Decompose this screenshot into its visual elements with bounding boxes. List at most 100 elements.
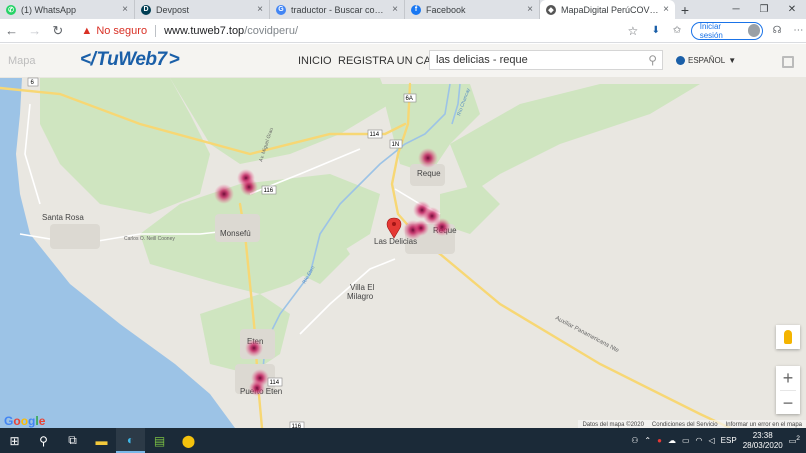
app-icon[interactable]: ⬤ bbox=[174, 428, 203, 453]
street-view-pegman-icon[interactable] bbox=[776, 325, 800, 349]
feedback-icon[interactable]: ☊ bbox=[769, 23, 784, 39]
wifi-icon[interactable]: ◠ bbox=[696, 436, 703, 445]
bookmark-star-icon[interactable]: ☆ bbox=[627, 24, 644, 38]
edge-browser-icon[interactable]: ◐ bbox=[116, 428, 145, 453]
volume-icon[interactable]: ◁ bbox=[709, 436, 715, 445]
hotspot[interactable] bbox=[418, 148, 438, 168]
facebook-icon: f bbox=[411, 4, 421, 15]
windows-taskbar: ⊞ ⚲ ⧉ ▬ ◐ ▤ ⬤ ⚇ ⌃ ● ☁ ▭ ◠ ◁ ESP 23:38 28… bbox=[0, 428, 806, 453]
language-indicator[interactable]: ESP bbox=[721, 436, 737, 445]
attribution-terms[interactable]: Condiciones del Servicio bbox=[652, 422, 718, 428]
hotspot[interactable] bbox=[413, 220, 429, 236]
road-shield-label: 1N bbox=[392, 142, 400, 148]
sign-in-label: Iniciar sesión bbox=[699, 21, 723, 40]
fullscreen-icon[interactable] bbox=[782, 56, 794, 68]
notification-icon[interactable]: ▭2 bbox=[789, 435, 800, 446]
clock[interactable]: 23:38 28/03/2020 bbox=[743, 431, 783, 451]
task-view-icon[interactable]: ⧉ bbox=[58, 428, 87, 453]
tuweb7-icon: ◆ bbox=[546, 4, 556, 15]
language-label: ESPAÑOL bbox=[688, 56, 726, 65]
hotspot[interactable] bbox=[433, 218, 451, 236]
place-label-reque: Reque bbox=[417, 169, 441, 178]
close-icon[interactable]: × bbox=[257, 4, 263, 15]
notepad-plus-icon[interactable]: ▤ bbox=[145, 428, 174, 453]
street-label: Carlos O. Neill Cooney bbox=[124, 236, 175, 242]
road-shield-label: 116 bbox=[264, 188, 274, 194]
zoom-in-button[interactable]: + bbox=[776, 366, 800, 390]
browser-tab-bar: ✆ (1) WhatsApp × D Devpost × G traductor… bbox=[0, 0, 806, 19]
reload-icon[interactable]: ↻ bbox=[46, 19, 69, 43]
window-controls: ─ ❐ ✕ bbox=[722, 0, 806, 19]
tab-devpost[interactable]: D Devpost × bbox=[135, 0, 270, 19]
hotspot[interactable] bbox=[214, 184, 234, 204]
page-content: 6 114 6A 1N 116 114 116 Santa Rosa Monse… bbox=[0, 44, 806, 428]
tab-mapadigital[interactable]: ◆ MapaDigital PerúCOVID19 × bbox=[540, 0, 675, 19]
url-path: /covidperu/ bbox=[244, 24, 298, 37]
people-icon[interactable]: ⚇ bbox=[631, 436, 638, 445]
avatar bbox=[748, 24, 761, 37]
tab-whatsapp[interactable]: ✆ (1) WhatsApp × bbox=[0, 0, 135, 19]
sign-in-button[interactable]: Iniciar sesión bbox=[690, 21, 764, 40]
logo-mark-icon: </ bbox=[80, 49, 96, 70]
clock-time: 23:38 bbox=[752, 430, 773, 440]
antivirus-icon[interactable]: ● bbox=[657, 436, 662, 445]
logo-mark-end-icon: > bbox=[168, 49, 180, 70]
close-icon[interactable]: × bbox=[392, 4, 398, 15]
map-type-tab[interactable]: Mapa bbox=[8, 55, 36, 67]
zoom-out-button[interactable]: − bbox=[776, 391, 800, 415]
tab-title: Devpost bbox=[156, 4, 190, 15]
map-canvas[interactable]: 6 114 6A 1N 116 114 116 Santa Rosa Monse… bbox=[0, 44, 806, 428]
place-label-villa-el: Villa El bbox=[350, 283, 375, 292]
menu-icon[interactable]: ⋯ bbox=[791, 23, 806, 39]
devpost-icon: D bbox=[141, 4, 151, 15]
security-label[interactable]: No seguro bbox=[96, 25, 147, 37]
road-shield-label: 6A bbox=[406, 96, 413, 102]
cloud-icon[interactable]: ☁ bbox=[668, 436, 676, 445]
warning-icon[interactable]: ▲ bbox=[81, 25, 92, 37]
download-extension-icon[interactable]: ⬇ bbox=[648, 23, 663, 39]
close-icon[interactable]: × bbox=[527, 4, 533, 15]
place-label-monsefu: Monsefú bbox=[220, 229, 251, 238]
tab-google-search[interactable]: G traductor - Buscar con Google × bbox=[270, 0, 405, 19]
windows-start-icon[interactable]: ⊞ bbox=[0, 428, 29, 453]
road-shield-label: 114 bbox=[370, 132, 380, 138]
file-explorer-icon[interactable]: ▬ bbox=[87, 428, 116, 453]
notification-count: 2 bbox=[796, 435, 800, 443]
nav-inicio[interactable]: INICIO bbox=[298, 55, 332, 67]
address-bar[interactable]: ▲ No seguro www.tuweb7.top/covidperu/ ☆ bbox=[75, 21, 644, 41]
system-tray: ⚇ ⌃ ● ☁ ▭ ◠ ◁ ESP 23:38 28/03/2020 ▭2 bbox=[631, 428, 806, 453]
site-logo[interactable]: </ TuWeb7 > bbox=[80, 49, 180, 70]
hotspot[interactable] bbox=[240, 178, 258, 196]
close-window-icon[interactable]: ✕ bbox=[778, 0, 806, 19]
tab-title: traductor - Buscar con Google bbox=[291, 4, 388, 15]
tab-facebook[interactable]: f Facebook × bbox=[405, 0, 540, 19]
language-selector[interactable]: ESPAÑOL ▼ bbox=[676, 56, 736, 65]
new-tab-button[interactable]: + bbox=[675, 0, 695, 19]
tab-title: (1) WhatsApp bbox=[21, 4, 77, 15]
search-icon[interactable]: ⚲ bbox=[648, 53, 657, 67]
forward-icon[interactable]: → bbox=[23, 19, 46, 43]
restore-icon[interactable]: ❐ bbox=[750, 0, 778, 19]
close-icon[interactable]: × bbox=[663, 4, 669, 15]
favorites-icon[interactable]: ✩ bbox=[669, 23, 684, 39]
attribution-report[interactable]: Informar un error en el mapa bbox=[726, 422, 802, 428]
globe-icon bbox=[676, 56, 685, 65]
zoom-control: + − bbox=[776, 366, 800, 414]
close-icon[interactable]: × bbox=[122, 4, 128, 15]
attribution-data: Datos del mapa ©2020 bbox=[582, 421, 644, 428]
site-header: Mapa </ TuWeb7 > INICIO REGISTRA UN CASO… bbox=[0, 44, 806, 77]
battery-icon[interactable]: ▭ bbox=[682, 436, 690, 445]
place-label-milagro: Milagro bbox=[347, 292, 374, 301]
chevron-down-icon: ▼ bbox=[728, 56, 737, 65]
search-input[interactable]: las delicias - reque ⚲ bbox=[429, 50, 663, 70]
up-chevron-icon[interactable]: ⌃ bbox=[644, 436, 651, 445]
back-icon[interactable]: ← bbox=[0, 19, 23, 43]
hotspot[interactable] bbox=[249, 380, 265, 396]
search-icon[interactable]: ⚲ bbox=[29, 428, 58, 453]
hotspot[interactable] bbox=[245, 339, 263, 357]
google-logo[interactable]: Google bbox=[4, 414, 45, 428]
minimize-icon[interactable]: ─ bbox=[722, 0, 750, 19]
road-shield-label: 114 bbox=[270, 380, 280, 386]
toolbar-right: ⬇ ✩ Iniciar sesión ☊ ⋯ bbox=[648, 21, 806, 40]
logo-text: TuWeb7 bbox=[96, 49, 167, 70]
